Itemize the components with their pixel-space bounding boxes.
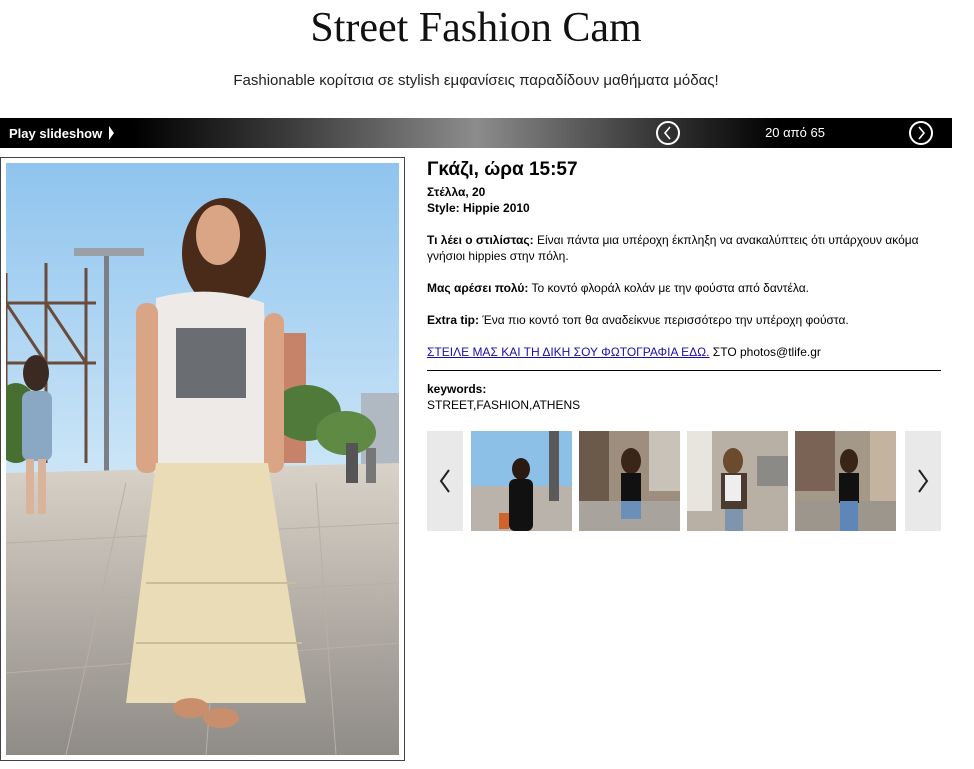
play-slideshow-label: Play slideshow (9, 125, 103, 141)
keywords-list: STREET,FASHION,ATHENS (427, 398, 581, 412)
thumbnail-4[interactable] (795, 431, 896, 531)
thumbnail-carousel (427, 431, 941, 531)
thumbnail-4-image (795, 431, 896, 531)
photo-counter: 20 από 65 (765, 125, 825, 140)
previous-photo-button[interactable] (656, 121, 680, 145)
style-value: Hippie 2010 (463, 201, 530, 215)
chevron-right-icon (918, 469, 929, 493)
site-subtitle: Fashionable κορίτσια σε stylish εμφανίσε… (233, 72, 719, 89)
submit-line: ΣΤΕΙΛΕ ΜΑΣ ΚΑΙ ΤΗ ΔΙΚΗ ΣΟΥ ΦΩΤΟΓΡΑΦΙΑ ΕΔ… (427, 344, 947, 360)
chevron-left-icon (663, 126, 671, 140)
likes-comment: Μας αρέσει πολύ: Το κοντό φλοράλ κολάν μ… (427, 280, 947, 296)
stylist-label: Τι λέει ο στιλίστας: (427, 233, 534, 247)
tip-label: Extra tip: (427, 313, 480, 327)
tip-text: Ένα πιο κοντό τοπ θα αναδείκνυε περισσότ… (482, 313, 849, 327)
likes-text: Το κοντό φλοράλ κολάν με την φούστα από … (531, 281, 809, 295)
thumbnail-3[interactable] (687, 431, 788, 531)
style-label: Style: (427, 201, 460, 215)
thumbnail-2-image (579, 431, 680, 531)
person-name-age: Στέλλα, 20 (427, 185, 486, 199)
play-triangle-icon (109, 126, 115, 140)
keywords-label: keywords: (427, 382, 487, 396)
submit-email-text: ΣΤΟ photos@tlife.gr (712, 345, 821, 359)
chevron-left-icon (439, 469, 450, 493)
chevron-right-icon (918, 126, 926, 140)
street-photo-illustration (6, 163, 399, 755)
thumbnail-3-image (687, 431, 788, 531)
submit-photo-link[interactable]: ΣΤΕΙΛΕ ΜΑΣ ΚΑΙ ΤΗ ΔΙΚΗ ΣΟΥ ΦΩΤΟΓΡΑΦΙΑ ΕΔ… (427, 345, 709, 359)
stylist-comment: Τι λέει ο στιλίστας: Είναι πάντα μια υπέ… (427, 232, 947, 264)
thumbnail-1[interactable] (471, 431, 572, 531)
main-photo-frame (0, 157, 405, 761)
likes-label: Μας αρέσει πολύ: (427, 281, 529, 295)
carousel-prev-button[interactable] (427, 431, 463, 531)
carousel-next-button[interactable] (905, 431, 941, 531)
style-line: Style: Hippie 2010 (427, 200, 947, 216)
photo-headline: Γκάζι, ώρα 15:57 (427, 159, 578, 180)
main-photo[interactable] (6, 163, 399, 755)
site-title: Street Fashion Cam (310, 5, 642, 51)
thumbnail-1-image (471, 431, 572, 531)
slideshow-bar: Play slideshow 20 από 65 (0, 118, 952, 148)
page: Street Fashion Cam Fashionable κορίτσια … (0, 0, 974, 769)
extra-tip: Extra tip: Ένα πιο κοντό τοπ θα αναδείκν… (427, 312, 947, 328)
next-photo-button[interactable] (909, 121, 933, 145)
thumbnail-2[interactable] (579, 431, 680, 531)
photo-info: Γκάζι, ώρα 15:57 Στέλλα, 20 Style: Hippi… (427, 158, 947, 413)
play-slideshow-button[interactable]: Play slideshow (9, 118, 115, 148)
divider (427, 370, 941, 371)
